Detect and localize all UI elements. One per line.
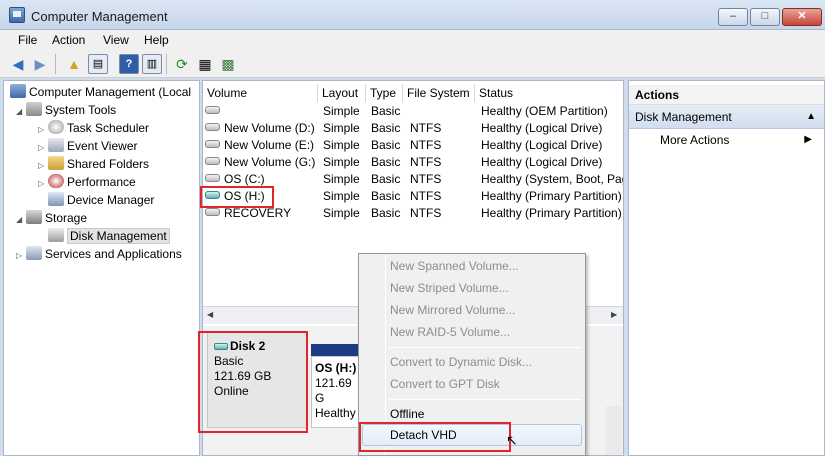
window-title: Computer Management <box>31 9 168 24</box>
tree-item-event-viewer[interactable]: ▷ Event Viewer <box>38 137 137 155</box>
title-bar: Computer Management – □ ✕ <box>0 0 825 30</box>
minimize-button[interactable]: – <box>718 8 748 26</box>
volume-icon <box>205 174 220 182</box>
volume-icon <box>205 208 220 216</box>
column-header-layout[interactable]: Layout <box>318 84 366 102</box>
menu-offline[interactable]: Offline <box>390 404 424 424</box>
disk-management-icon <box>48 228 64 242</box>
menu-separator <box>389 347 581 348</box>
tree-item-system-tools[interactable]: ◢ System Tools <box>16 101 116 119</box>
menu-new-mirrored-volume[interactable]: New Mirrored Volume... <box>390 300 515 320</box>
performance-icon <box>48 174 64 188</box>
volume-icon <box>205 157 220 165</box>
tree-item-storage[interactable]: ◢ Storage <box>16 209 87 227</box>
collapse-up-icon[interactable]: ▲ <box>806 105 816 129</box>
scroll-left-icon[interactable]: ◀ <box>207 310 213 319</box>
volume-row[interactable]: New Volume (D:) Simple Basic NTFS Health… <box>203 120 623 137</box>
export-icon[interactable]: ▩ <box>218 54 238 74</box>
expand-arrow-icon[interactable]: ▷ <box>16 247 26 265</box>
computer-management-icon <box>9 7 25 23</box>
close-button[interactable]: ✕ <box>782 8 822 26</box>
collapse-arrow-icon[interactable]: ◢ <box>16 211 26 229</box>
menu-convert-gpt-disk[interactable]: Convert to GPT Disk <box>390 374 500 394</box>
console-tree: Computer Management (Local ◢ System Tools… <box>3 80 200 456</box>
properties-icon[interactable]: ▦ <box>195 54 215 74</box>
menu-separator <box>389 399 581 400</box>
event-viewer-icon <box>48 138 64 152</box>
submenu-arrow-icon: ▶ <box>804 134 812 145</box>
computer-icon <box>10 84 26 98</box>
highlight-box-disk-2 <box>198 331 308 433</box>
menu-new-raid5-volume[interactable]: New RAID-5 Volume... <box>390 322 510 342</box>
menu-new-striped-volume[interactable]: New Striped Volume... <box>390 278 509 298</box>
menu-new-spanned-volume[interactable]: New Spanned Volume... <box>390 256 519 276</box>
expand-arrow-icon[interactable]: ▷ <box>38 175 48 193</box>
tree-item-shared-folders[interactable]: ▷ Shared Folders <box>38 155 149 173</box>
clock-icon <box>48 120 64 134</box>
partition-os-h[interactable]: OS (H:) 121.69 G Healthy <box>311 356 365 428</box>
up-folder-icon[interactable]: ▲ <box>64 54 84 74</box>
volume-icon <box>205 123 220 131</box>
actions-section-disk-management[interactable]: Disk Management ▲ <box>629 105 824 129</box>
volume-icon <box>205 140 220 148</box>
tree-root[interactable]: Computer Management (Local <box>10 83 191 101</box>
scroll-right-icon[interactable]: ▶ <box>611 310 617 319</box>
toolbar: ◀ ▶ ▲ ▤ ? ▥ ⟳ ▦ ▩ <box>0 50 825 78</box>
storage-icon <box>26 210 42 224</box>
help-icon[interactable]: ? <box>119 54 139 74</box>
mouse-cursor-icon: ↖ <box>506 432 518 448</box>
tree-item-services-and-applications[interactable]: ▷ Services and Applications <box>16 245 182 263</box>
column-header-status[interactable]: Status <box>475 84 623 102</box>
volume-row[interactable]: Simple Basic Healthy (OEM Partition) <box>203 103 623 120</box>
menu-convert-dynamic-disk[interactable]: Convert to Dynamic Disk... <box>390 352 532 372</box>
show-hide-tree-icon[interactable]: ▤ <box>88 54 108 74</box>
menu-view[interactable]: View <box>103 33 129 47</box>
back-icon[interactable]: ◀ <box>8 54 28 74</box>
tree-item-device-manager[interactable]: Device Manager <box>48 191 154 209</box>
volume-row[interactable]: New Volume (G:) Simple Basic NTFS Health… <box>203 154 623 171</box>
toolbar-separator <box>55 54 56 74</box>
menu-bar: File Action View Help <box>0 30 825 50</box>
show-hide-action-icon[interactable]: ▥ <box>142 54 162 74</box>
actions-header: Actions <box>629 85 824 105</box>
shared-folder-icon <box>48 156 64 170</box>
highlight-box-detach-vhd <box>359 422 511 452</box>
menu-action[interactable]: Action <box>52 33 85 47</box>
refresh-icon[interactable]: ⟳ <box>172 54 192 74</box>
vertical-scrollbar[interactable] <box>606 406 622 455</box>
tree-item-performance[interactable]: ▷ Performance <box>38 173 136 191</box>
maximize-button[interactable]: □ <box>750 8 780 26</box>
tree-item-task-scheduler[interactable]: ▷ Task Scheduler <box>38 119 149 137</box>
column-header-file-system[interactable]: File System <box>403 84 475 102</box>
collapse-arrow-icon[interactable]: ◢ <box>16 103 26 121</box>
toolbar-separator <box>166 54 167 74</box>
actions-pane: Actions Disk Management ▲ More Actions ▶ <box>628 80 825 456</box>
column-header-type[interactable]: Type <box>366 84 403 102</box>
highlight-box-os-h <box>200 186 274 208</box>
volume-icon <box>205 106 220 114</box>
volume-row[interactable]: New Volume (E:) Simple Basic NTFS Health… <box>203 137 623 154</box>
more-actions[interactable]: More Actions <box>660 133 729 147</box>
column-header-volume[interactable]: Volume <box>203 84 318 102</box>
device-manager-icon <box>48 192 64 206</box>
menu-help[interactable]: Help <box>144 33 169 47</box>
partition-header-bar <box>311 344 365 356</box>
tree-item-disk-management[interactable]: Disk Management <box>48 227 170 245</box>
menu-file[interactable]: File <box>18 33 37 47</box>
forward-icon[interactable]: ▶ <box>30 54 50 74</box>
services-icon <box>26 246 42 260</box>
tools-icon <box>26 102 42 116</box>
